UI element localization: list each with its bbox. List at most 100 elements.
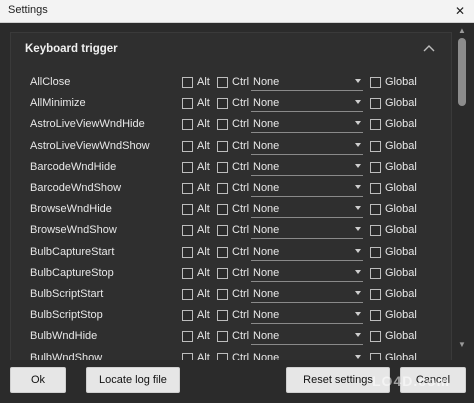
ctrl-checkbox[interactable] bbox=[217, 267, 228, 279]
setting-name: BarcodeWndShow bbox=[30, 182, 122, 194]
ctrl-checkbox[interactable] bbox=[217, 246, 228, 258]
global-checkbox[interactable] bbox=[370, 246, 381, 258]
ctrl-checkbox[interactable] bbox=[217, 77, 228, 88]
global-label: Global bbox=[385, 224, 417, 237]
scroll-down-icon[interactable]: ▼ bbox=[457, 340, 467, 350]
ctrl-label: Ctrl bbox=[232, 76, 250, 88]
key-dropdown[interactable]: None bbox=[251, 158, 363, 176]
ctrl-checkbox[interactable] bbox=[217, 161, 228, 173]
alt-checkbox[interactable] bbox=[182, 204, 193, 216]
ctrl-checkbox[interactable] bbox=[217, 119, 228, 131]
ctrl-label: Ctrl bbox=[232, 118, 250, 131]
chevron-down-icon bbox=[355, 333, 361, 338]
global-checkbox[interactable] bbox=[370, 289, 381, 300]
setting-name: BrowseWndShow bbox=[30, 224, 117, 237]
alt-checkbox[interactable] bbox=[182, 331, 193, 343]
alt-checkbox[interactable] bbox=[182, 246, 193, 258]
global-checkbox[interactable] bbox=[370, 183, 381, 194]
alt-checkbox[interactable] bbox=[182, 310, 193, 322]
locate-log-file-button[interactable]: Locate log file bbox=[86, 367, 180, 393]
keyboard-trigger-panel: Keyboard trigger AllClose Alt Ctrl None Glob… bbox=[10, 32, 452, 362]
setting-row: BulbCaptureStop Alt Ctrl None Global bbox=[11, 263, 451, 284]
key-dropdown[interactable]: None bbox=[251, 221, 363, 240]
alt-checkbox[interactable] bbox=[182, 119, 193, 131]
alt-checkbox[interactable] bbox=[182, 183, 193, 194]
global-checkbox[interactable] bbox=[370, 267, 381, 279]
ctrl-label: Ctrl bbox=[232, 266, 250, 279]
key-dropdown[interactable]: None bbox=[251, 115, 363, 134]
ctrl-checkbox[interactable] bbox=[217, 98, 228, 110]
key-dropdown[interactable]: None bbox=[251, 264, 363, 282]
ctrl-checkbox[interactable] bbox=[217, 183, 228, 194]
alt-checkbox[interactable] bbox=[182, 289, 193, 300]
global-label: Global bbox=[385, 139, 417, 152]
ctrl-checkbox[interactable] bbox=[217, 225, 228, 237]
global-checkbox[interactable] bbox=[370, 331, 381, 343]
global-checkbox[interactable] bbox=[370, 77, 381, 88]
close-button[interactable]: ✕ bbox=[446, 0, 474, 22]
chevron-up-icon[interactable] bbox=[421, 41, 437, 57]
key-dropdown[interactable]: None bbox=[251, 285, 363, 303]
key-dropdown[interactable]: None bbox=[251, 94, 363, 113]
global-checkbox[interactable] bbox=[370, 310, 381, 322]
key-dropdown[interactable]: None bbox=[251, 327, 363, 346]
global-label: Global bbox=[385, 266, 417, 279]
key-dropdown-value: None bbox=[253, 160, 280, 173]
alt-checkbox[interactable] bbox=[182, 225, 193, 237]
scroll-thumb[interactable] bbox=[458, 38, 466, 106]
key-dropdown-value: None bbox=[253, 309, 280, 322]
ctrl-checkbox[interactable] bbox=[217, 310, 228, 322]
ok-button[interactable]: Ok bbox=[10, 367, 66, 393]
ctrl-checkbox[interactable] bbox=[217, 204, 228, 216]
setting-row: BrowseWndHide Alt Ctrl None Global bbox=[11, 199, 451, 220]
chevron-down-icon bbox=[355, 227, 361, 232]
setting-name: BulbWndHide bbox=[30, 330, 98, 343]
global-label: Global bbox=[385, 330, 417, 343]
vertical-scrollbar[interactable]: ▲ ▼ bbox=[455, 24, 469, 352]
ctrl-checkbox[interactable] bbox=[217, 289, 228, 300]
setting-row: BulbScriptStart Alt Ctrl None Global bbox=[11, 284, 451, 305]
ctrl-label: Ctrl bbox=[232, 330, 250, 343]
setting-row: AstroLiveViewWndShow Alt Ctrl None Global bbox=[11, 136, 451, 157]
ctrl-label: Ctrl bbox=[232, 288, 250, 300]
setting-row: BulbScriptStop Alt Ctrl None Global bbox=[11, 305, 451, 326]
key-dropdown[interactable]: None bbox=[251, 243, 363, 261]
key-dropdown-value: None bbox=[253, 203, 280, 216]
setting-name: AstroLiveViewWndShow bbox=[30, 139, 150, 152]
setting-row: BarcodeWndHide Alt Ctrl None Global bbox=[11, 157, 451, 178]
global-checkbox[interactable] bbox=[370, 140, 381, 152]
global-label: Global bbox=[385, 76, 417, 88]
global-checkbox[interactable] bbox=[370, 119, 381, 131]
setting-row: BarcodeWndShow Alt Ctrl None Global bbox=[11, 178, 451, 199]
scroll-up-icon[interactable]: ▲ bbox=[457, 26, 467, 36]
alt-label: Alt bbox=[197, 203, 210, 216]
alt-checkbox[interactable] bbox=[182, 98, 193, 110]
ctrl-checkbox[interactable] bbox=[217, 140, 228, 152]
chevron-down-icon bbox=[355, 354, 361, 359]
key-dropdown[interactable]: None bbox=[251, 137, 363, 155]
ctrl-label: Ctrl bbox=[232, 203, 250, 216]
ctrl-label: Ctrl bbox=[232, 245, 250, 258]
alt-label: Alt bbox=[197, 330, 210, 343]
close-icon: ✕ bbox=[454, 4, 466, 18]
chevron-down-icon bbox=[355, 291, 361, 295]
key-dropdown[interactable]: None bbox=[251, 179, 363, 197]
global-checkbox[interactable] bbox=[370, 225, 381, 237]
alt-checkbox[interactable] bbox=[182, 140, 193, 152]
key-dropdown[interactable]: None bbox=[251, 73, 363, 91]
key-dropdown[interactable]: None bbox=[251, 306, 363, 325]
key-dropdown-value: None bbox=[253, 224, 280, 237]
key-dropdown[interactable]: None bbox=[251, 200, 363, 219]
alt-checkbox[interactable] bbox=[182, 161, 193, 173]
setting-name: BarcodeWndHide bbox=[30, 160, 117, 173]
setting-name: BulbCaptureStart bbox=[30, 245, 115, 258]
global-label: Global bbox=[385, 203, 417, 216]
global-checkbox[interactable] bbox=[370, 161, 381, 173]
alt-checkbox[interactable] bbox=[182, 267, 193, 279]
ctrl-checkbox[interactable] bbox=[217, 331, 228, 343]
setting-row: AstroLiveViewWndHide Alt Ctrl None Global bbox=[11, 114, 451, 135]
alt-checkbox[interactable] bbox=[182, 77, 193, 88]
global-checkbox[interactable] bbox=[370, 98, 381, 110]
chevron-down-icon bbox=[355, 269, 361, 274]
global-checkbox[interactable] bbox=[370, 204, 381, 216]
